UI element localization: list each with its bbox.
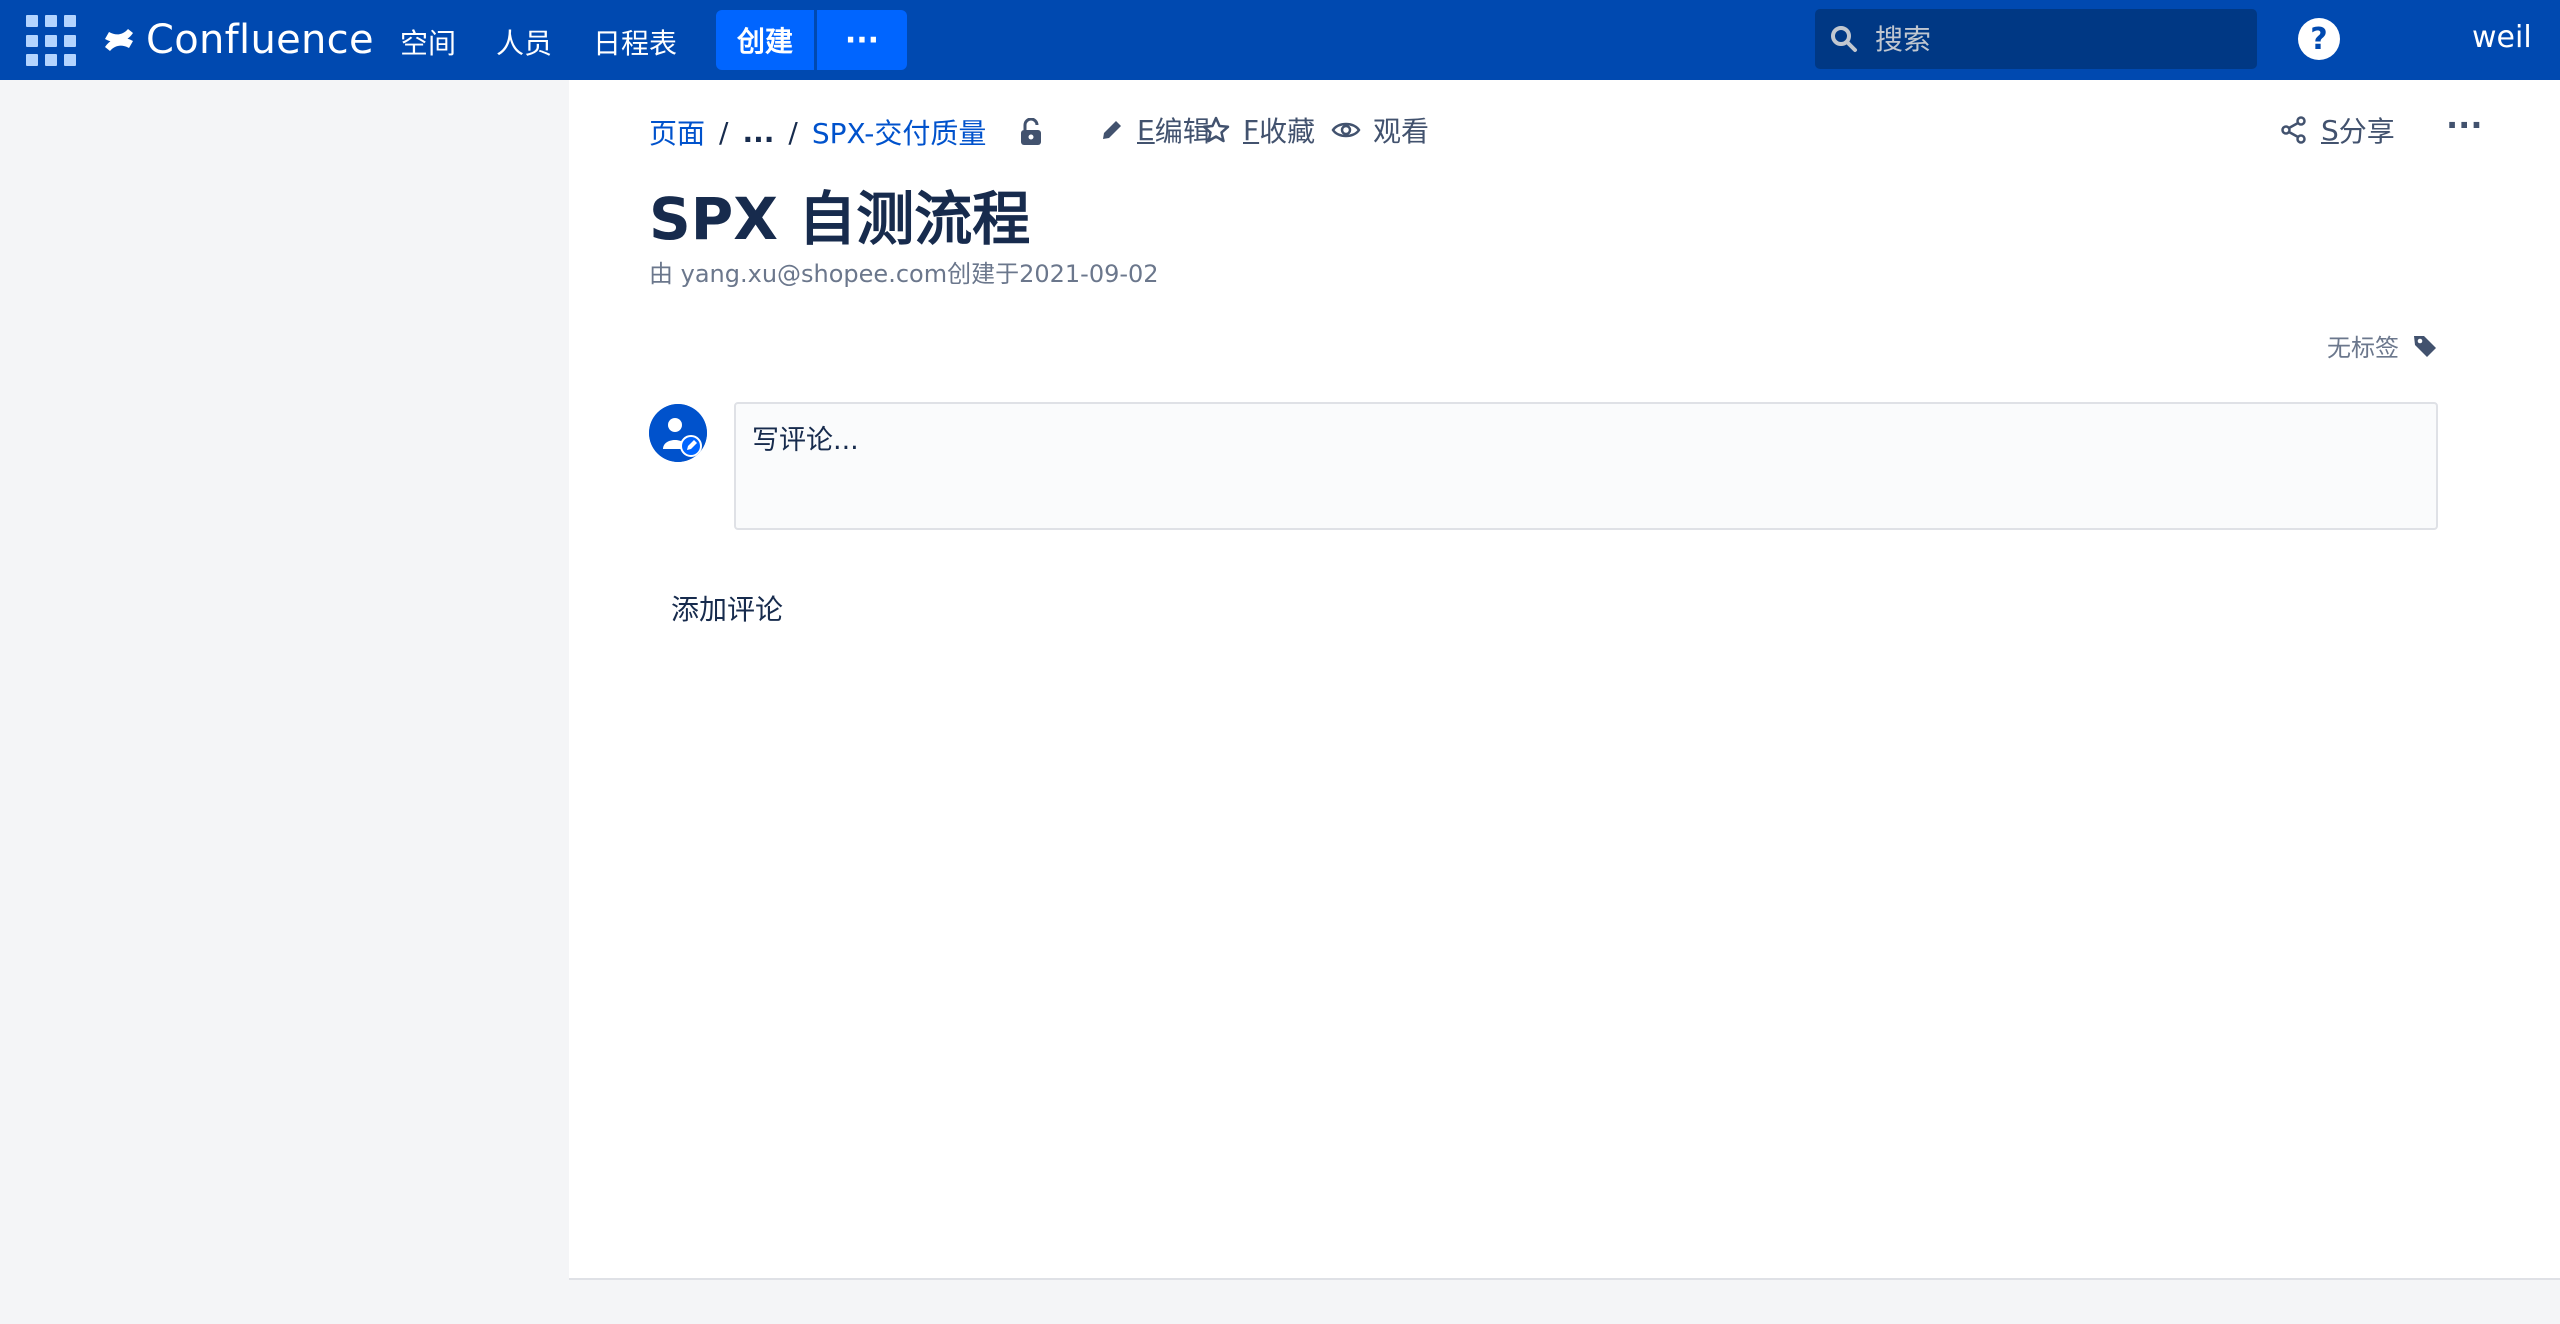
breadcrumb-separator: / (719, 115, 729, 149)
page-title: SPX 自测流程 (649, 185, 1031, 253)
user-profile[interactable]: weil (2472, 20, 2560, 55)
breadcrumb-separator: / (788, 115, 798, 149)
eye-icon (1331, 122, 1361, 138)
no-labels-text: 无标签 (2327, 334, 2399, 362)
confluence-logo[interactable]: Confluence (102, 14, 374, 66)
watch-label: 观看 (1373, 115, 1430, 148)
add-comment-button[interactable]: 添加评论 (671, 588, 783, 628)
watch-button[interactable]: 观看 (1331, 110, 1429, 150)
favourite-button[interactable]: F 收藏 (1201, 110, 1315, 150)
avatar (649, 404, 707, 462)
nav-calendars[interactable]: 日程表 (593, 22, 677, 62)
page-content: 页面 / ... / SPX-交付质量 E 编辑 F 收藏 观看 S 分享 ··… (569, 80, 2560, 1280)
favourite-shortcut-key: F (1243, 113, 1260, 147)
nav-spaces[interactable]: 空间 (400, 22, 456, 62)
search-input[interactable] (1873, 21, 2237, 57)
unlock-icon[interactable] (1018, 118, 1044, 146)
top-navigation: Confluence 空间 人员 日程表 创建 ··· ? weil (0, 0, 2560, 80)
pencil-icon (1103, 121, 1121, 139)
edit-shortcut-key: E (1137, 113, 1155, 147)
page-byline: 由 yang.xu@shopee.com创建于2021-09-02 (649, 260, 1159, 288)
help-icon[interactable]: ? (2298, 18, 2340, 60)
tag-icon (2414, 335, 2436, 357)
labels-section[interactable]: 无标签 (2327, 328, 2439, 363)
create-button[interactable]: 创建 (716, 10, 814, 70)
share-label: 分享 (2338, 115, 2395, 148)
confluence-logo-icon (105, 29, 133, 51)
breadcrumb: 页面 / ... / SPX-交付质量 (649, 112, 1044, 152)
logo-text: Confluence (146, 17, 374, 63)
app-switcher-icon[interactable] (26, 15, 78, 67)
more-actions-button[interactable]: ··· (2446, 106, 2482, 144)
user-avatar-icon (649, 404, 707, 462)
breadcrumb-pages[interactable]: 页面 (649, 112, 705, 152)
breadcrumb-ellipsis[interactable]: ... (742, 116, 774, 149)
breadcrumb-parent[interactable]: SPX-交付质量 (812, 112, 987, 152)
share-icon (2281, 116, 2306, 144)
edit-button[interactable]: E 编辑 (1099, 110, 1211, 150)
comment-input[interactable]: 写评论... (734, 402, 2438, 530)
share-shortcut-key: S (2321, 113, 2339, 147)
sidebar (0, 80, 568, 1324)
star-icon (1202, 116, 1230, 143)
share-button[interactable]: S 分享 (2279, 110, 2395, 150)
create-more-button[interactable]: ··· (817, 10, 907, 70)
nav-people[interactable]: 人员 (496, 22, 552, 62)
search-box[interactable] (1815, 9, 2257, 69)
search-icon (1831, 26, 1857, 52)
favourite-label: 收藏 (1259, 115, 1316, 148)
